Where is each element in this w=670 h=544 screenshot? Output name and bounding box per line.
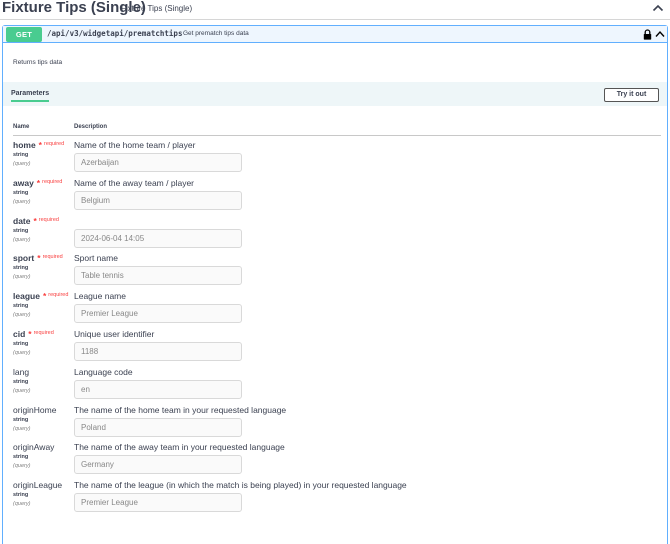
param-type: string [13, 492, 29, 499]
param-type: string [13, 303, 29, 310]
param-location: (query) [13, 501, 31, 508]
param-type: string [13, 378, 29, 385]
param-name: originLeague [13, 480, 62, 490]
param-name: date * required [13, 216, 59, 226]
param-description: The name of the league (in which the mat… [74, 480, 407, 491]
required-label: required [38, 216, 59, 223]
lock-icon[interactable] [643, 29, 652, 40]
param-input-home[interactable]: Azerbaijan [74, 153, 242, 172]
param-input-sport[interactable]: Table tennis [74, 266, 242, 286]
param-name-text: cid [13, 329, 26, 339]
try-it-out-button[interactable]: Try it out [604, 88, 659, 102]
param-description: Unique user identifier [74, 329, 155, 339]
param-name: cid * required [13, 329, 54, 339]
endpoint-path: /api/v3/widgetapi/prematchtips [47, 29, 183, 38]
operation-block: GET /api/v3/widgetapi/prematchtips Get p… [2, 25, 668, 544]
required-label: required [42, 178, 63, 185]
column-header-description: Description [74, 124, 108, 130]
required-label: required [42, 254, 63, 261]
chevron-up-icon[interactable] [655, 30, 665, 38]
param-name-text: lang [13, 366, 30, 377]
param-description: Language code [74, 366, 133, 377]
required-asterisk: * [38, 140, 42, 150]
param-name: home * required [13, 140, 64, 150]
required-asterisk: * [33, 215, 37, 226]
operation-description: Returns tips data [13, 59, 63, 66]
param-type: string [13, 152, 29, 158]
param-location: (query) [13, 387, 31, 394]
param-description: The name of the away team in your reques… [74, 442, 285, 453]
param-input-date[interactable]: 2024-06-04 14:05 [74, 228, 242, 248]
param-name: lang [13, 367, 29, 377]
required-label: required [48, 292, 69, 299]
param-location: (query) [13, 312, 31, 319]
param-name: originHome [13, 405, 56, 415]
param-name: league * required [13, 291, 68, 301]
param-type: string [13, 454, 29, 461]
param-location: (query) [13, 198, 31, 205]
param-name-text: sport [13, 253, 35, 264]
param-name-text: originLeague [13, 480, 63, 491]
required-label: required [33, 330, 54, 336]
required-asterisk: * [28, 329, 32, 339]
param-description: Name of the away team / player [74, 177, 195, 188]
param-input-lang[interactable]: en [74, 379, 242, 399]
param-description: The name of the home team in your reques… [74, 404, 287, 415]
required-asterisk: * [42, 291, 47, 302]
param-name-text: league [13, 291, 40, 302]
operation-summary-text: Get prematch tips data [183, 30, 249, 37]
chevron-up-icon[interactable] [652, 3, 664, 13]
param-type: string [13, 189, 29, 196]
required-label: required [43, 141, 65, 147]
param-location: (query) [13, 350, 31, 356]
param-name-text: originHome [13, 404, 57, 415]
param-location: (query) [13, 161, 31, 167]
param-name-text: originAway [13, 442, 55, 453]
param-location: (query) [13, 274, 31, 281]
tag-header[interactable]: Fixture Tips (Single) Fixture Tips (Sing… [0, 0, 670, 20]
param-input-originLeague[interactable]: Premier League [74, 493, 242, 513]
param-description: Sport name [74, 253, 118, 264]
tag-description: Fixture Tips (Single) [121, 4, 193, 13]
param-input-originHome[interactable]: Poland [74, 417, 242, 437]
param-description: Name of the home team / player [74, 140, 196, 150]
param-name-text: date [13, 215, 31, 226]
param-name-text: away [13, 177, 34, 188]
param-type: string [13, 227, 29, 234]
param-name: away * required [13, 178, 62, 188]
param-type: string [13, 341, 29, 347]
param-name: originAway [13, 442, 54, 452]
param-type: string [13, 265, 29, 272]
required-asterisk: * [37, 253, 41, 264]
param-location: (query) [13, 236, 31, 243]
table-header-divider [13, 135, 661, 136]
param-name-text: home [13, 140, 36, 150]
param-location: (query) [13, 463, 31, 470]
param-input-league[interactable]: Premier League [74, 304, 242, 324]
tab-parameters[interactable]: Parameters [11, 90, 50, 102]
required-asterisk: * [36, 177, 41, 188]
param-input-cid[interactable]: 1188 [74, 342, 242, 361]
operation-summary[interactable]: GET /api/v3/widgetapi/prematchtips Get p… [3, 26, 667, 43]
method-badge: GET [6, 27, 42, 42]
param-description: League name [74, 291, 126, 302]
param-type: string [13, 416, 29, 423]
column-header-name: Name [13, 124, 30, 130]
param-name: sport * required [13, 253, 63, 263]
parameters-header: Parameters Try it out [3, 82, 667, 106]
param-location: (query) [13, 425, 31, 432]
param-input-away[interactable]: Belgium [74, 190, 242, 210]
param-input-originAway[interactable]: Germany [74, 455, 242, 475]
